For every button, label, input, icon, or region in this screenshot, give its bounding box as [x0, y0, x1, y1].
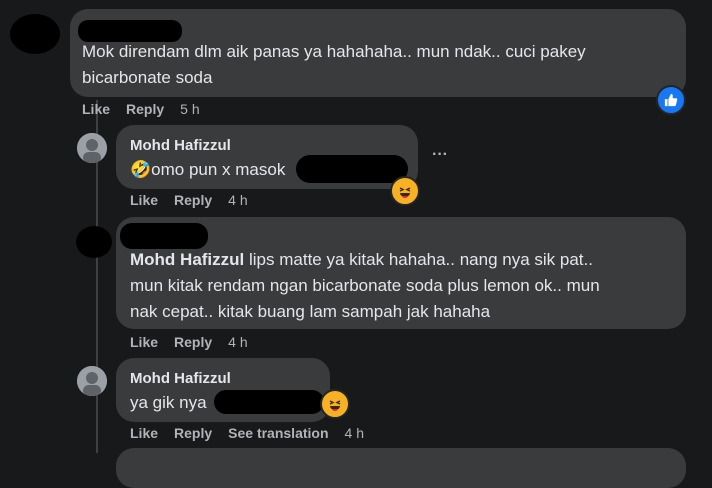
comment-text: ya gik nya — [130, 393, 207, 412]
comment-text-line2: mun kitak rendam ngan bicarbonate soda p… — [130, 276, 600, 295]
laugh-reaction-icon[interactable] — [390, 176, 420, 206]
avatar[interactable] — [77, 133, 107, 163]
avatar[interactable] — [10, 14, 60, 54]
comment-text-line3: nak cepat.. kitak buang lam sampah jak h… — [130, 302, 491, 321]
more-options-button[interactable]: ··· — [432, 146, 448, 164]
comment-bubble: Mohd Hafizzul 🤣omo pun x masok — [116, 125, 418, 189]
comment-bubble: Mohd Hafizzul lips matte ya kitak hahaha… — [116, 217, 686, 329]
next-comment-bubble — [116, 448, 686, 488]
like-reaction-icon[interactable] — [656, 85, 686, 115]
comment-actions: Like Reply See translation 4 h — [130, 425, 380, 441]
avatar[interactable] — [77, 366, 107, 396]
avatar[interactable] — [76, 226, 112, 258]
timestamp: 4 h — [228, 192, 248, 208]
comment-author[interactable]: Mohd Hafizzul — [130, 137, 231, 154]
reply-button[interactable]: Reply — [174, 192, 212, 208]
reply-button[interactable]: Reply — [126, 101, 164, 117]
like-button[interactable]: Like — [130, 334, 158, 350]
redacted-author-photo — [120, 223, 208, 249]
comment-author[interactable]: Mohd Hafizzul — [130, 370, 231, 387]
comment-actions: Like Reply 4 h — [130, 334, 264, 350]
comment-author[interactable]: Mohd Hafizzul — [130, 250, 244, 269]
comment-text: Mok direndam dlm aik panas ya hahahaha..… — [82, 42, 586, 87]
comment-bubble: Mok direndam dlm aik panas ya hahahaha..… — [70, 9, 686, 97]
reply-button[interactable]: Reply — [174, 425, 212, 441]
comment-actions: Like Reply 4 h — [130, 192, 264, 208]
reply-button[interactable]: Reply — [174, 334, 212, 350]
like-button[interactable]: Like — [82, 101, 110, 117]
comment-text-line1: lips matte ya kitak hahaha.. nang nya si… — [249, 250, 593, 269]
redacted-text — [296, 155, 408, 183]
like-button[interactable]: Like — [130, 192, 158, 208]
comment-text: 🤣omo pun x masok — [130, 160, 286, 179]
timestamp: 5 h — [180, 101, 200, 117]
laugh-reaction-icon[interactable] — [320, 389, 350, 419]
comment-text: Mohd Hafizzul lips matte ya kitak hahaha… — [130, 247, 670, 325]
timestamp: 4 h — [228, 334, 248, 350]
comment-actions: Like Reply 5 h — [82, 101, 216, 117]
comment-bubble: Mohd Hafizzul ya gik nya — [116, 358, 330, 422]
timestamp: 4 h — [344, 425, 364, 441]
like-button[interactable]: Like — [130, 425, 158, 441]
see-translation-button[interactable]: See translation — [228, 425, 328, 441]
redacted-text — [214, 390, 324, 414]
